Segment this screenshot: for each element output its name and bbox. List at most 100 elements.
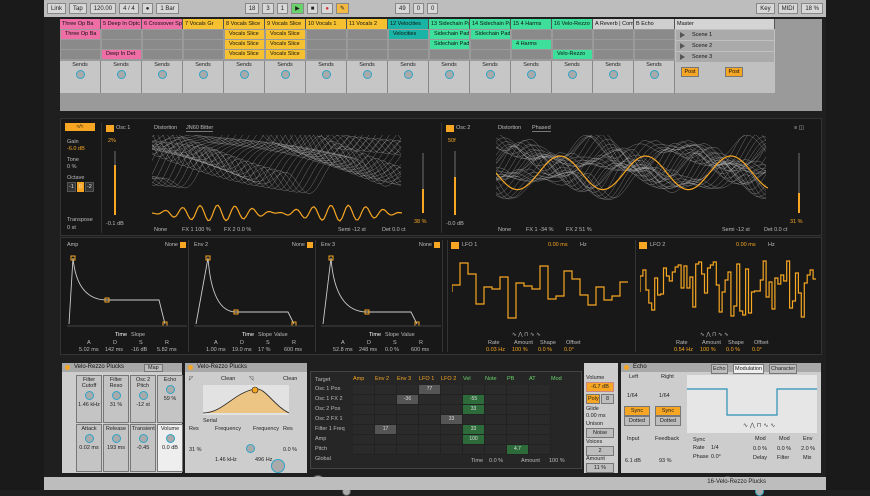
osc2-level[interactable]: 31 %	[790, 219, 803, 225]
matrix-time[interactable]: 0.0 %	[489, 458, 503, 464]
macro-knob-cell[interactable]: Volume 0.0 dB	[157, 424, 183, 472]
scene-launch[interactable]: Scene 3	[676, 52, 774, 62]
env-s-value[interactable]: -16 dB	[131, 347, 147, 353]
matrix-cell[interactable]	[507, 395, 529, 405]
send-knob[interactable]	[280, 70, 290, 79]
send-knob[interactable]	[116, 70, 126, 79]
clip-slot[interactable]: Vocals Slice	[266, 40, 305, 49]
lfo-rate[interactable]: 0.03 Hz	[486, 347, 505, 353]
matrix-cell[interactable]	[441, 405, 463, 415]
lfo-attack[interactable]: 0.00 ms	[548, 242, 568, 248]
clip-slot[interactable]	[184, 50, 223, 59]
clip-slot[interactable]: Sidechain Pad	[471, 30, 510, 39]
clip-slot[interactable]	[389, 40, 428, 49]
matrix-cell[interactable]	[529, 445, 551, 455]
hamburger-icon[interactable]: ≡ ◫	[794, 125, 804, 131]
filter2-freq[interactable]: 496 Hz	[255, 457, 272, 463]
echo-tab[interactable]: Echo	[711, 364, 728, 374]
matrix-cell[interactable]	[353, 415, 375, 425]
macro-knob[interactable]	[165, 434, 175, 443]
macro-knob-cell[interactable]: Attack 0.02 ms	[76, 424, 102, 472]
track-title[interactable]: 6 Crossover Sp	[142, 19, 183, 29]
matrix-cell[interactable]	[419, 395, 441, 405]
clip-slot[interactable]: Deep In Det	[102, 50, 141, 59]
matrix-cell[interactable]	[419, 435, 441, 445]
echo-left[interactable]: 1/64	[627, 393, 638, 399]
env-slope-tab[interactable]: Slope	[385, 332, 399, 338]
matrix-cell[interactable]	[485, 425, 507, 435]
echo-input[interactable]: 6.1 dB	[625, 458, 641, 464]
matrix-cell[interactable]	[397, 405, 419, 415]
lfo-shape[interactable]: 0.0 %	[538, 347, 552, 353]
clip-slot[interactable]	[553, 40, 592, 49]
tempo-field[interactable]: 120.00	[89, 3, 117, 14]
echo-rate[interactable]: 1/4	[711, 445, 719, 451]
env-mode[interactable]: None	[292, 242, 305, 248]
osc2-detune[interactable]: Det 0.0 ct	[764, 227, 788, 233]
unison-amount[interactable]: 11 %	[586, 463, 614, 473]
echo-mod[interactable]: 0.0 %	[753, 446, 767, 452]
matrix-cell[interactable]	[463, 445, 485, 455]
osc1-toggle[interactable]	[106, 125, 114, 132]
post-toggle[interactable]: Post	[725, 67, 743, 77]
unison-select[interactable]: Noise	[586, 428, 614, 438]
beat-position[interactable]: 3	[262, 3, 274, 14]
matrix-cell[interactable]	[375, 395, 397, 405]
osc2-fx1[interactable]: FX 1 -34 %	[526, 227, 554, 233]
echo-env[interactable]: 2.0 %	[801, 446, 815, 452]
clip-slot[interactable]	[143, 30, 182, 39]
echo-right[interactable]: 1/64	[659, 393, 670, 399]
matrix-cell[interactable]	[507, 435, 529, 445]
osc1-detune[interactable]: Det 0.0 ct	[382, 227, 406, 233]
matrix-cell[interactable]	[441, 395, 463, 405]
env-time-tab[interactable]: Time	[369, 332, 381, 338]
automation-icon[interactable]: ✎	[335, 3, 349, 14]
osc2-toggle[interactable]	[446, 125, 454, 132]
osc2-wavetable-display[interactable]	[496, 135, 768, 219]
macro-knob[interactable]	[84, 434, 94, 443]
matrix-cell[interactable]	[529, 425, 551, 435]
track-title[interactable]: 11 Vocals 2	[347, 19, 388, 29]
filter-curve-display[interactable]	[203, 385, 289, 415]
post-toggle[interactable]: Post	[681, 67, 699, 77]
track-title[interactable]: A Reverb | Compre	[593, 19, 634, 29]
echo-right-sync[interactable]: Sync	[655, 406, 681, 416]
gain-value[interactable]: -6.0 dB	[67, 146, 85, 152]
env-mode[interactable]: None	[165, 242, 178, 248]
volume-value[interactable]: -6.7 dB	[586, 382, 614, 392]
osc2-fx1-mode[interactable]: None	[498, 227, 511, 233]
matrix-cell[interactable]	[397, 385, 419, 395]
matrix-cell[interactable]	[397, 415, 419, 425]
env-s-value[interactable]: 0.0 %	[385, 347, 399, 353]
matrix-cell[interactable]	[485, 415, 507, 425]
osc2-semi[interactable]: Semi -12 st	[722, 227, 750, 233]
macro-knob[interactable]	[111, 391, 121, 400]
matrix-cell[interactable]	[463, 385, 485, 395]
matrix-cell[interactable]	[397, 445, 419, 455]
send-knob[interactable]	[649, 70, 659, 79]
filter1-freq-knob[interactable]	[271, 459, 285, 473]
master-title[interactable]: Master	[675, 19, 775, 29]
hot-swap-button[interactable]: ≈/≈	[65, 123, 95, 131]
track-title[interactable]: Three Op Ba	[60, 19, 101, 29]
tone-value[interactable]: 0 %	[67, 164, 76, 170]
clip-slot[interactable]	[471, 50, 510, 59]
matrix-cell[interactable]	[353, 445, 375, 455]
routing-serial[interactable]: Serial	[203, 418, 217, 424]
matrix-cell[interactable]	[485, 445, 507, 455]
lfo-shapes-icon[interactable]: ∿ ⋀ ⊓ ∿ ∿	[700, 332, 729, 338]
env-d-value[interactable]: 142 ms	[105, 347, 123, 353]
env-s-value[interactable]: 17 %	[258, 347, 271, 353]
echo-phase[interactable]: 0.0°	[711, 454, 721, 460]
env-toggle[interactable]	[307, 242, 313, 248]
echo-left-sync[interactable]: Sync	[624, 406, 650, 416]
osc1-pos-slider[interactable]	[114, 151, 116, 215]
filter2-shape-icon[interactable]: ◹	[249, 376, 253, 382]
record-icon[interactable]: ●	[321, 3, 333, 14]
glide-value[interactable]: 0.00 ms	[586, 413, 606, 419]
track-title[interactable]: 13 Sidechain Pad	[429, 19, 470, 29]
matrix-cell[interactable]	[485, 385, 507, 395]
env-value-tab[interactable]: Value	[401, 332, 415, 338]
lfo-rate-mode[interactable]: Hz	[768, 242, 775, 248]
matrix-cell[interactable]: 100	[463, 435, 485, 445]
